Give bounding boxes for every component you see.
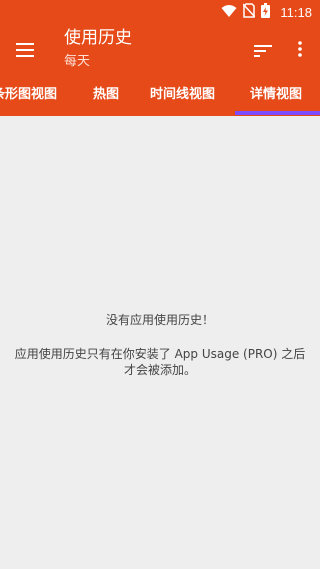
hamburger-menu-icon	[16, 42, 34, 61]
empty-state: 没有应用使用历史！ 应用使用历史只有在你安装了 App Usage (PRO) …	[0, 310, 320, 378]
tab-bar-chart[interactable]: 条形图视图	[0, 78, 57, 116]
more-vert-icon	[298, 41, 302, 61]
status-bar: 11:18	[0, 0, 320, 24]
more-options-button[interactable]	[288, 36, 312, 66]
empty-state-title: 没有应用使用历史！	[105, 313, 214, 327]
page-title: 使用历史	[64, 28, 132, 48]
status-icons: 11:18	[221, 2, 312, 22]
empty-state-description: 应用使用历史只有在你安装了 App Usage (PRO) 之后才会被添加。	[14, 347, 306, 377]
app-bar: 使用历史 每天	[0, 24, 320, 78]
sort-icon	[254, 42, 272, 61]
battery-charging-icon	[261, 2, 271, 22]
title-block: 使用历史 每天	[64, 27, 132, 72]
tab-timeline[interactable]: 时间线视图	[150, 78, 215, 116]
status-time: 11:18	[280, 4, 312, 20]
sort-button[interactable]	[248, 36, 278, 66]
page-subtitle: 每天	[64, 54, 91, 69]
no-sim-icon	[242, 2, 256, 22]
wifi-icon	[221, 3, 237, 22]
tab-heatmap[interactable]: 热图	[93, 78, 119, 116]
menu-button[interactable]	[10, 36, 40, 66]
tab-selected-indicator	[235, 111, 320, 115]
